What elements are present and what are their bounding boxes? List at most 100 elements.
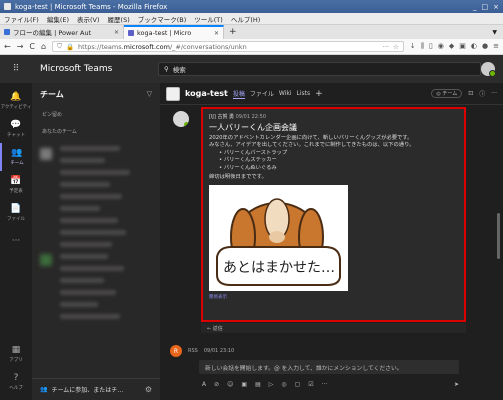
rail-item-chat[interactable]: 💬 チャット [0, 115, 32, 143]
window-title: koga-test | Microsoft Teams - Mozilla Fi… [15, 2, 168, 11]
page-actions-button[interactable]: ··· [383, 43, 389, 51]
menu-help[interactable]: ヘルプ(H) [231, 14, 260, 24]
join-team-icon: 👥 [40, 386, 48, 393]
send-button[interactable]: ➤ [454, 381, 459, 388]
list-item[interactable] [60, 218, 118, 223]
message-image[interactable]: あとはまかせた… [209, 185, 348, 292]
back-button[interactable]: ← [4, 42, 11, 51]
url-bar[interactable]: ⛉ 🔒 https://teams.microsoft.com/_#/conve… [52, 41, 404, 52]
list-item[interactable] [60, 170, 130, 175]
close-window-button[interactable]: × [493, 3, 499, 11]
sidebar-icon[interactable]: ▯ [429, 42, 433, 51]
bookmark-star-icon[interactable]: ☆ [393, 43, 399, 51]
menu-history[interactable]: 履歴(S) [108, 14, 130, 24]
tab-lists[interactable]: Lists [297, 90, 311, 97]
list-item[interactable] [60, 254, 108, 259]
menu-tools[interactable]: ツール(T) [194, 14, 223, 24]
new-tab-button[interactable]: + [224, 25, 242, 39]
show-less-link[interactable]: 簡易表示 [203, 291, 464, 303]
sticker-icon[interactable]: ▤ [255, 381, 261, 388]
tab-close-icon[interactable]: ✕ [114, 29, 119, 36]
list-item: バリーくんぬいぐるみ [219, 165, 464, 172]
list-item[interactable] [60, 146, 120, 151]
browser-window: koga-test | Microsoft Teams - Mozilla Fi… [0, 0, 503, 400]
list-item[interactable] [60, 302, 98, 307]
tab-close-icon[interactable]: ✕ [214, 30, 219, 37]
menu-edit[interactable]: 編集(E) [47, 14, 69, 24]
meet-icon[interactable]: ⊡ [468, 90, 473, 97]
compose-box[interactable]: 新しい会話を開始します。@ を入力して、誰かにメンションしてください。 [199, 360, 459, 374]
meet-now-icon[interactable]: ▷ [269, 381, 274, 388]
approval-icon[interactable]: ☑ [308, 381, 313, 388]
search-input[interactable]: ⚲ 検索 [158, 62, 481, 76]
reply-button[interactable]: ← 返信 [201, 323, 466, 333]
browser-tab-power-automate[interactable]: フローの編集 | Power Aut ✕ [0, 25, 124, 39]
rail-item-calendar[interactable]: 📅 予定表 [0, 171, 32, 199]
user-avatar[interactable] [481, 62, 496, 77]
minimize-button[interactable]: _ [473, 3, 477, 11]
praise-icon[interactable]: ▢ [295, 381, 301, 388]
more-options-icon[interactable]: ··· [322, 381, 328, 388]
pinned-section-label[interactable]: ピン留め [32, 105, 160, 122]
gear-icon[interactable]: ⚙ [145, 385, 152, 394]
rail-item-apps[interactable]: ▦ アプリ [0, 340, 32, 368]
attach-icon[interactable]: ⊘ [214, 381, 219, 388]
extension-icon[interactable]: ◆ [449, 42, 454, 51]
extension-icon[interactable]: ▣ [459, 42, 466, 51]
forward-button[interactable]: → [17, 42, 24, 51]
list-item[interactable] [60, 242, 112, 247]
scrollbar[interactable] [497, 213, 500, 259]
tab-list-chevron-icon[interactable]: ▼ [486, 25, 503, 39]
team-button[interactable]: ◎ チーム [431, 89, 463, 98]
extension-icon[interactable]: ◉ [438, 42, 444, 51]
menu-bookmarks[interactable]: ブックマーク(B) [138, 14, 187, 24]
home-button[interactable]: ⌂ [41, 42, 46, 51]
list-item[interactable] [60, 290, 116, 295]
menu-file[interactable]: ファイル(F) [4, 14, 39, 24]
tab-files[interactable]: ファイル [250, 89, 274, 98]
gif-icon[interactable]: ▣ [241, 381, 247, 388]
extension-icon[interactable]: ◐ [471, 42, 477, 51]
list-item[interactable] [60, 194, 122, 199]
info-icon[interactable]: ⓘ [479, 89, 485, 98]
rail-item-help[interactable]: ? ヘルプ [0, 368, 32, 396]
rail-item-files[interactable]: 📄 ファイル [0, 199, 32, 227]
hamburger-menu-icon[interactable]: ≡ [493, 42, 499, 51]
filter-icon[interactable]: ▽ [147, 90, 152, 98]
list-item[interactable] [60, 230, 126, 235]
menu-view[interactable]: 表示(V) [77, 14, 100, 24]
your-teams-section-label[interactable]: あなたのチーム [32, 122, 160, 139]
extension-icon[interactable]: ● [482, 42, 488, 51]
reload-button[interactable]: C [29, 42, 35, 51]
rail-item-more[interactable]: ··· [0, 227, 32, 255]
tab-posts[interactable]: 投稿 [232, 89, 245, 99]
list-item[interactable] [60, 206, 100, 211]
stream-icon[interactable]: ◎ [281, 381, 286, 388]
emoji-icon[interactable]: ☺ [227, 381, 233, 388]
list-item[interactable] [60, 314, 120, 319]
library-icon[interactable]: ⫼ [421, 42, 424, 51]
download-icon[interactable]: ↓ [410, 42, 416, 51]
team-avatar [40, 148, 52, 160]
tab-wiki[interactable]: Wiki [279, 90, 292, 97]
list-item[interactable] [60, 182, 110, 187]
author-avatar[interactable] [173, 111, 189, 127]
panel-title: チーム [40, 89, 64, 99]
browser-tab-bar: フローの編集 | Power Aut ✕ koga-test | Micro ✕… [0, 25, 503, 39]
rail-label: 予定表 [9, 188, 23, 194]
channel-header: koga-test 投稿 ファイル Wiki Lists + ◎ チーム ⊡ ⓘ… [160, 83, 503, 105]
format-icon[interactable]: A [202, 381, 206, 388]
join-team-bar[interactable]: 👥 チームに参加、またはチ… ⚙ [32, 378, 160, 400]
app-launcher-icon[interactable]: ⠿ [0, 64, 32, 74]
message-author[interactable]: [IJ] 古賀 勇 [209, 114, 234, 120]
list-item[interactable] [60, 266, 124, 271]
list-item[interactable] [60, 158, 105, 163]
more-icon[interactable]: ··· [491, 90, 497, 97]
list-item[interactable] [60, 278, 104, 283]
apps-icon: ▦ [11, 344, 21, 355]
rail-item-activity[interactable]: 🔔 アクティビティ [0, 87, 32, 115]
browser-tab-teams[interactable]: koga-test | Micro ✕ [124, 25, 224, 39]
add-tab-button[interactable]: + [315, 89, 323, 99]
maximize-button[interactable]: □ [482, 3, 489, 11]
rail-item-teams[interactable]: 👥 チーム [0, 143, 32, 171]
